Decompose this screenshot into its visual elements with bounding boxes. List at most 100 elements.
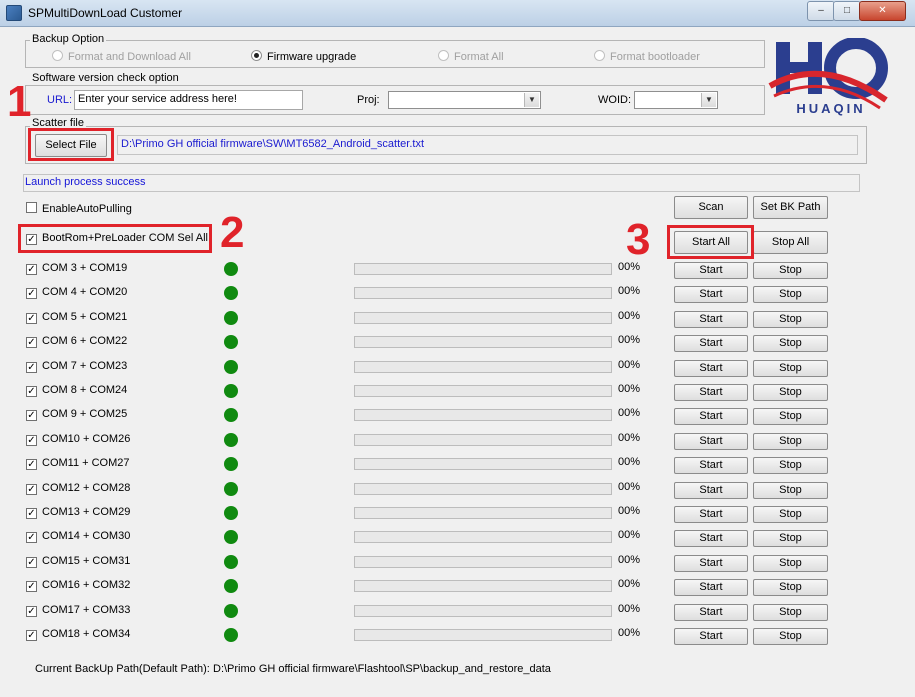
proj-combo[interactable]: ▼	[388, 91, 541, 109]
port-checkbox[interactable]: ✓ COM13 + COM29	[26, 506, 130, 519]
minimize-button[interactable]: –	[807, 1, 835, 21]
status-led-icon	[224, 579, 238, 593]
port-checkbox[interactable]: ✓ COM15 + COM31	[26, 555, 130, 568]
port-percent: 00%	[618, 383, 641, 395]
port-start-button[interactable]: Start	[674, 579, 748, 596]
port-stop-button[interactable]: Stop	[753, 262, 828, 279]
port-checkbox[interactable]: ✓ COM16 + COM32	[26, 579, 130, 592]
check-icon: ✓	[26, 459, 37, 470]
port-checkbox[interactable]: ✓ COM 6 + COM22	[26, 335, 127, 348]
app-icon	[6, 5, 22, 21]
port-stop-button[interactable]: Stop	[753, 604, 828, 621]
port-percent: 00%	[618, 285, 641, 297]
port-stop-button[interactable]: Stop	[753, 311, 828, 328]
port-checkbox[interactable]: ✓ COM10 + COM26	[26, 433, 130, 446]
check-icon: ✓	[26, 581, 37, 592]
port-stop-button[interactable]: Stop	[753, 628, 828, 645]
port-start-button[interactable]: Start	[674, 530, 748, 547]
maximize-button[interactable]: □	[833, 1, 861, 21]
port-checkbox[interactable]: ✓ COM 4 + COM20	[26, 286, 127, 299]
version-check-label: Software version check option	[30, 72, 181, 84]
port-start-button[interactable]: Start	[674, 604, 748, 621]
check-icon: ✓	[26, 557, 37, 568]
port-start-button[interactable]: Start	[674, 506, 748, 523]
status-led-icon	[224, 408, 238, 422]
radio-format-and-download-all[interactable]: Format and Download All	[52, 50, 191, 63]
stop-all-button[interactable]: Stop All	[753, 231, 828, 254]
radio-format-bootloader[interactable]: Format bootloader	[594, 50, 700, 63]
port-progress-bar	[354, 483, 612, 495]
chevron-down-icon: ▼	[524, 93, 539, 107]
port-start-button[interactable]: Start	[674, 482, 748, 499]
port-percent: 00%	[618, 554, 641, 566]
port-stop-button[interactable]: Stop	[753, 482, 828, 499]
annotation-box-select-file	[28, 128, 114, 161]
check-icon: ✓	[26, 288, 37, 299]
status-led-icon	[224, 262, 238, 276]
check-icon: ✓	[26, 264, 37, 275]
port-start-button[interactable]: Start	[674, 384, 748, 401]
url-label: URL:	[47, 94, 73, 106]
annotation-box-select-all	[18, 224, 212, 253]
status-led-icon	[224, 384, 238, 398]
port-start-button[interactable]: Start	[674, 262, 748, 279]
port-checkbox[interactable]: ✓ COM 5 + COM21	[26, 311, 127, 324]
port-checkbox[interactable]: ✓ COM12 + COM28	[26, 482, 130, 495]
woid-combo[interactable]: ▼	[634, 91, 718, 109]
port-progress-bar	[354, 385, 612, 397]
port-start-button[interactable]: Start	[674, 457, 748, 474]
status-led-icon	[224, 530, 238, 544]
port-stop-button[interactable]: Stop	[753, 433, 828, 450]
check-icon: ✓	[26, 484, 37, 495]
port-progress-bar	[354, 361, 612, 373]
port-stop-button[interactable]: Stop	[753, 506, 828, 523]
auto-pulling-checkbox[interactable]: EnableAutoPulling	[26, 202, 132, 215]
port-checkbox[interactable]: ✓ COM18 + COM34	[26, 628, 130, 641]
port-start-button[interactable]: Start	[674, 286, 748, 303]
url-input[interactable]: Enter your service address here!	[74, 90, 303, 110]
port-checkbox[interactable]: ✓ COM 9 + COM25	[26, 408, 127, 421]
port-progress-bar	[354, 336, 612, 348]
port-percent: 00%	[618, 627, 641, 639]
radio-dot	[52, 50, 63, 61]
check-icon: ✓	[26, 606, 37, 617]
status-led-icon	[224, 360, 238, 374]
port-stop-button[interactable]: Stop	[753, 384, 828, 401]
port-checkbox[interactable]: ✓ COM 3 + COM19	[26, 262, 127, 275]
port-stop-button[interactable]: Stop	[753, 360, 828, 377]
port-stop-button[interactable]: Stop	[753, 530, 828, 547]
port-start-button[interactable]: Start	[674, 335, 748, 352]
port-checkbox[interactable]: ✓ COM11 + COM27	[26, 457, 130, 470]
port-checkbox[interactable]: ✓ COM14 + COM30	[26, 530, 130, 543]
port-checkbox[interactable]: ✓ COM 7 + COM23	[26, 360, 127, 373]
port-percent: 00%	[618, 456, 641, 468]
port-stop-button[interactable]: Stop	[753, 286, 828, 303]
port-percent: 00%	[618, 505, 641, 517]
port-start-button[interactable]: Start	[674, 433, 748, 450]
port-start-button[interactable]: Start	[674, 360, 748, 377]
title-bar: SPMultiDownLoad Customer – □ ✕	[0, 0, 915, 27]
port-checkbox[interactable]: ✓ COM 8 + COM24	[26, 384, 127, 397]
chevron-down-icon: ▼	[701, 93, 716, 107]
port-checkbox[interactable]: ✓ COM17 + COM33	[26, 604, 130, 617]
port-stop-button[interactable]: Stop	[753, 408, 828, 425]
port-start-button[interactable]: Start	[674, 628, 748, 645]
port-start-button[interactable]: Start	[674, 311, 748, 328]
checkbox-box	[26, 202, 37, 213]
port-stop-button[interactable]: Stop	[753, 457, 828, 474]
port-start-button[interactable]: Start	[674, 408, 748, 425]
set-bk-path-button[interactable]: Set BK Path	[753, 196, 828, 219]
port-progress-bar	[354, 507, 612, 519]
radio-format-all[interactable]: Format All	[438, 50, 504, 63]
port-percent: 00%	[618, 432, 641, 444]
port-stop-button[interactable]: Stop	[753, 555, 828, 572]
radio-dot	[251, 50, 262, 61]
port-stop-button[interactable]: Stop	[753, 335, 828, 352]
radio-firmware-upgrade[interactable]: Firmware upgrade	[251, 50, 356, 63]
check-icon: ✓	[26, 630, 37, 641]
scan-button[interactable]: Scan	[674, 196, 748, 219]
port-stop-button[interactable]: Stop	[753, 579, 828, 596]
close-button[interactable]: ✕	[859, 1, 906, 21]
port-progress-bar	[354, 531, 612, 543]
port-start-button[interactable]: Start	[674, 555, 748, 572]
